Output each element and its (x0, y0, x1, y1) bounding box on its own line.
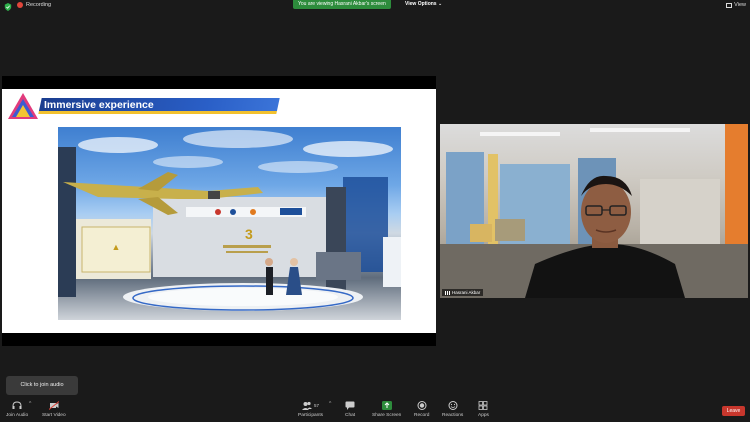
view-button[interactable]: View (726, 2, 746, 8)
record-icon (417, 401, 427, 410)
join-audio-tooltip: Click to join audio (6, 376, 78, 395)
grid-view-icon (726, 2, 733, 8)
apps-icon (479, 401, 488, 410)
participant-video[interactable]: Hasrani Akbar (440, 124, 748, 298)
participant-name-tag: Hasrani Akbar (442, 289, 484, 296)
participant-video-frame (440, 124, 748, 298)
recording-label: Recording (26, 2, 52, 8)
participants-icon (302, 401, 313, 410)
chevron-down-icon: ⌄ (437, 1, 443, 7)
view-options-button[interactable]: View Options ⌄ (401, 0, 446, 9)
join-audio-button[interactable]: Join Audio (6, 401, 28, 418)
reactions-label: Reactions (442, 413, 464, 418)
studio-scene-illustration: ▲ 3 (58, 130, 401, 311)
svg-text:▲: ▲ (112, 242, 121, 252)
recording-dot-icon (17, 2, 23, 8)
record-button[interactable]: Record (414, 401, 429, 418)
participants-caret-icon[interactable]: ^ (329, 401, 331, 407)
presentation-slide: Immersive experience ▲ 3 (2, 89, 436, 333)
view-label: View (734, 2, 746, 8)
view-options-label: View Options (405, 1, 437, 7)
chat-button[interactable]: Chat (345, 401, 355, 418)
virtual-studio-image: ▲ 3 (58, 127, 401, 320)
signal-icon (445, 290, 450, 295)
chat-icon (345, 401, 355, 410)
start-video-button[interactable]: Start Video (42, 401, 66, 418)
participants-button[interactable]: 57 Participants (298, 401, 323, 418)
top-bar: Recording You are viewing Hasrani Akbar'… (0, 0, 750, 14)
video-off-icon (48, 401, 59, 410)
meeting-toolbar: Join Audio ^ Start Video 57 Participants… (0, 398, 750, 422)
share-screen-icon (381, 401, 392, 410)
svg-text:3: 3 (245, 226, 253, 242)
share-screen-label: Share Screen (372, 413, 402, 418)
start-video-label: Start Video (42, 413, 66, 418)
participants-count: 57 (314, 403, 320, 408)
audio-options-caret-icon[interactable]: ^ (29, 401, 31, 407)
smiley-icon (448, 401, 458, 410)
apps-button[interactable]: Apps (478, 401, 489, 418)
reactions-button[interactable]: Reactions (442, 401, 463, 418)
recording-indicator[interactable]: Recording (17, 2, 51, 8)
participants-label: Participants (298, 413, 324, 418)
shield-icon[interactable] (4, 3, 12, 11)
slide-title: Immersive experience (44, 99, 154, 111)
record-label: Record (414, 413, 430, 418)
chat-label: Chat (345, 413, 356, 418)
join-audio-label: Join Audio (6, 413, 29, 418)
slide-logo (8, 93, 38, 119)
participant-name: Hasrani Akbar (452, 290, 481, 295)
leave-button[interactable]: Leave (722, 406, 745, 416)
headphones-icon (12, 401, 22, 409)
share-screen-button[interactable]: Share Screen (372, 401, 401, 418)
screen-share-banner: You are viewing Hasrani Akbar's screen (293, 0, 391, 9)
apps-label: Apps (478, 413, 489, 418)
